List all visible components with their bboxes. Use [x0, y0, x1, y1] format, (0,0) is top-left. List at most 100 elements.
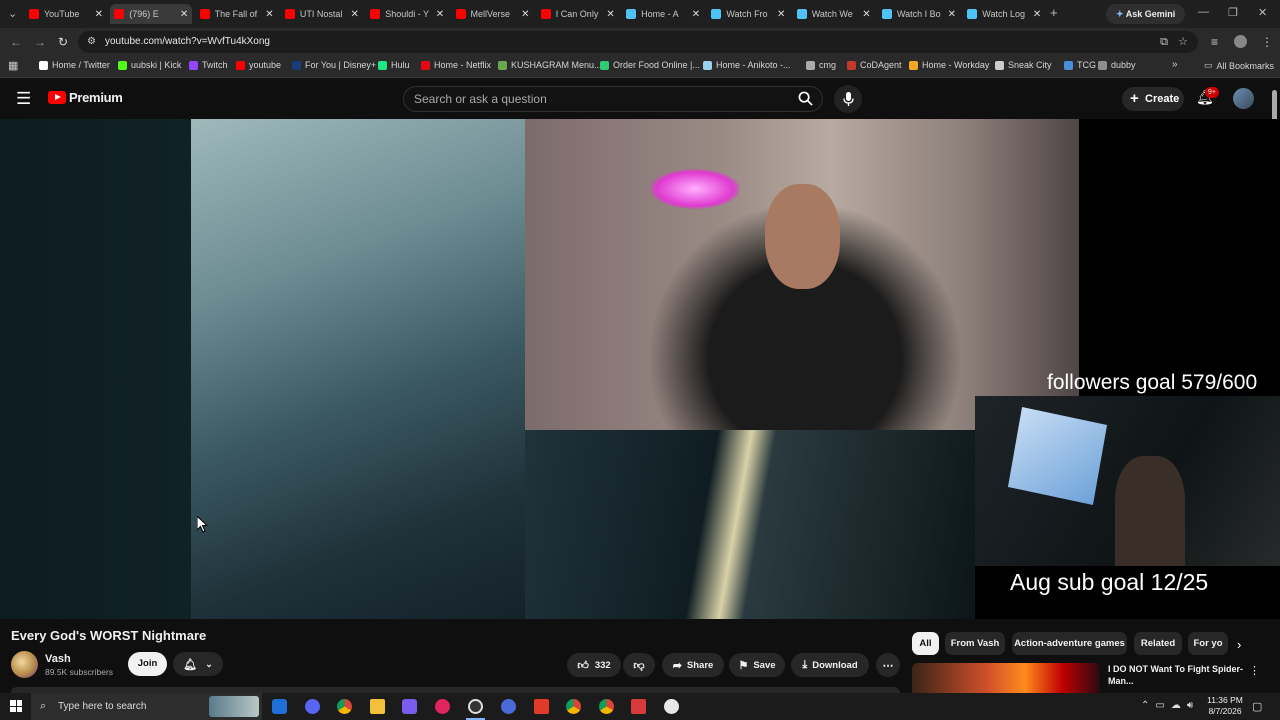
tab-close-icon[interactable]: ✕: [265, 9, 273, 20]
bookmark-item[interactable]: TCG: [1064, 60, 1096, 70]
bookmark-item[interactable]: uubski | Kick: [118, 60, 181, 70]
file-explorer-icon[interactable]: [370, 699, 385, 714]
obs-icon[interactable]: [468, 699, 483, 714]
create-button[interactable]: + Create: [1122, 87, 1184, 111]
discord-icon[interactable]: [305, 699, 320, 714]
reload-icon[interactable]: ↻: [58, 35, 68, 49]
app-blue-circle-icon[interactable]: [501, 699, 516, 714]
like-button[interactable]: 👍︎ 332: [567, 653, 621, 677]
video-player[interactable]: followers goal 579/600 Aug sub goal 12/2…: [0, 119, 1280, 619]
channel-name[interactable]: Vash: [45, 653, 71, 665]
chrome-profile-2-icon[interactable]: [599, 699, 614, 714]
media-player-icon[interactable]: [435, 699, 450, 714]
browser-tab[interactable]: Watch I Bo ✕: [878, 4, 960, 24]
adobe-icon[interactable]: [534, 699, 549, 714]
new-tab-button[interactable]: +: [1050, 5, 1058, 20]
tab-close-icon[interactable]: ✕: [777, 9, 785, 20]
browser-tab[interactable]: Home - A ✕: [622, 4, 704, 24]
more-actions-button[interactable]: ⋯: [876, 653, 900, 677]
tab-close-icon[interactable]: ✕: [862, 9, 870, 20]
tab-close-icon[interactable]: ✕: [692, 9, 700, 20]
taskview-icon[interactable]: [272, 699, 287, 714]
tab-close-icon[interactable]: ✕: [521, 9, 529, 20]
tab-close-icon[interactable]: ✕: [180, 9, 188, 20]
subscription-notification-button[interactable]: 🔔︎ ⌄: [173, 652, 223, 676]
browser-tab[interactable]: Shouldi - Y ✕: [366, 4, 448, 24]
system-tray-icons[interactable]: ⌃▭☁🔊︎: [1141, 700, 1199, 711]
tab-search-icon[interactable]: ⌄: [8, 7, 17, 20]
dislike-button[interactable]: 👎︎: [623, 653, 655, 677]
bookmark-item[interactable]: Order Food Online |...: [600, 60, 700, 70]
filter-chip[interactable]: Action-adventure games: [1012, 632, 1127, 655]
bookmark-item[interactable]: For You | Disney+: [292, 60, 376, 70]
search-input[interactable]: Search or ask a question: [403, 86, 823, 112]
bookmark-item[interactable]: Hulu: [378, 60, 410, 70]
bookmarks-overflow-icon[interactable]: »: [1172, 59, 1178, 70]
tab-close-icon[interactable]: ✕: [95, 9, 103, 20]
download-button[interactable]: ⤓ Download: [791, 653, 869, 677]
recommended-more-icon[interactable]: ⋮: [1249, 664, 1260, 677]
browser-tab[interactable]: (796) E ✕: [110, 4, 193, 24]
affinity-icon[interactable]: [631, 699, 646, 714]
tab-close-icon[interactable]: ✕: [1033, 9, 1041, 20]
bookmark-item[interactable]: KUSHAGRAM Menu...: [498, 60, 602, 70]
bookmark-item[interactable]: Home - Workday: [909, 60, 989, 70]
forward-icon[interactable]: →: [34, 35, 46, 49]
apps-grid-icon[interactable]: ▦: [8, 59, 18, 72]
filter-chip[interactable]: All: [912, 632, 939, 655]
voice-search-button[interactable]: [834, 85, 862, 113]
restore-button[interactable]: ❐: [1228, 6, 1238, 19]
tab-close-icon[interactable]: ✕: [606, 9, 614, 20]
bookmark-item[interactable]: Home / Twitter: [39, 60, 110, 70]
chevron-right-icon[interactable]: ›: [1237, 637, 1241, 652]
close-window-button[interactable]: ✕: [1258, 6, 1267, 19]
bookmark-item[interactable]: youtube: [236, 60, 281, 70]
share-button[interactable]: ➦ Share: [662, 653, 724, 677]
bookmark-item[interactable]: dubby: [1098, 60, 1136, 70]
bookmark-item[interactable]: cmg: [806, 60, 836, 70]
recommended-thumbnail[interactable]: [912, 663, 1100, 693]
back-icon[interactable]: ←: [10, 35, 22, 49]
browser-tab[interactable]: The Fall of ✕: [196, 4, 278, 24]
join-button[interactable]: Join: [128, 652, 167, 676]
game-controller-icon[interactable]: [402, 699, 417, 714]
hamburger-menu-icon[interactable]: ☰: [16, 89, 31, 109]
url-field[interactable]: ⚙ youtube.com/watch?v=WvfTu4kXong ⧉ ☆: [78, 31, 1198, 53]
chrome-profile-icon[interactable]: [566, 699, 581, 714]
filter-chip[interactable]: Related: [1134, 632, 1182, 655]
account-avatar[interactable]: [1233, 88, 1254, 109]
notifications-button[interactable]: 🔔︎ 9+: [1196, 87, 1219, 107]
bookmark-item[interactable]: CoDAgent: [847, 60, 902, 70]
media-control-icon[interactable]: ≡: [1211, 35, 1218, 49]
browser-tab[interactable]: Watch Fro ✕: [707, 4, 789, 24]
recommended-title[interactable]: I DO NOT Want To Fight Spider- Man...: [1108, 663, 1243, 687]
browser-tab[interactable]: YouTube ✕: [25, 4, 107, 24]
search-button[interactable]: [792, 86, 818, 112]
chrome-icon[interactable]: [337, 699, 352, 714]
browser-tab[interactable]: Watch We ✕: [793, 4, 875, 24]
channel-avatar[interactable]: [11, 651, 38, 678]
browser-tab[interactable]: I Can Only ✕: [537, 4, 619, 24]
site-info-icon[interactable]: ⚙: [87, 31, 96, 53]
filter-chip[interactable]: For yo: [1188, 632, 1228, 655]
browser-tab[interactable]: MellVerse ✕: [452, 4, 534, 24]
bookmark-item[interactable]: Home - Anikoto -...: [703, 60, 791, 70]
save-button[interactable]: ⚑ Save: [729, 653, 785, 677]
notification-center-icon[interactable]: ▢: [1252, 700, 1262, 713]
browser-tab[interactable]: UTI Nostal ✕: [281, 4, 363, 24]
tab-close-icon[interactable]: ✕: [351, 9, 359, 20]
minimize-button[interactable]: —: [1198, 6, 1209, 18]
clock-app-icon[interactable]: [664, 699, 679, 714]
bookmark-item[interactable]: Sneak City: [995, 60, 1052, 70]
bookmark-item[interactable]: Twitch: [189, 60, 228, 70]
tab-close-icon[interactable]: ✕: [436, 9, 444, 20]
taskbar-search[interactable]: ⌕ Type here to search: [31, 693, 262, 720]
bookmark-star-icon[interactable]: ☆: [1178, 31, 1188, 53]
profile-avatar[interactable]: [1234, 35, 1247, 48]
browser-menu-icon[interactable]: ⋮: [1261, 35, 1273, 49]
filter-chip[interactable]: From Vash: [945, 632, 1005, 655]
bookmark-item[interactable]: Home - Netflix: [421, 60, 491, 70]
youtube-logo[interactable]: Premium: [48, 90, 123, 105]
install-app-icon[interactable]: ⧉: [1160, 31, 1168, 53]
clock[interactable]: 11:36 PM 8/7/2026: [1205, 695, 1245, 717]
